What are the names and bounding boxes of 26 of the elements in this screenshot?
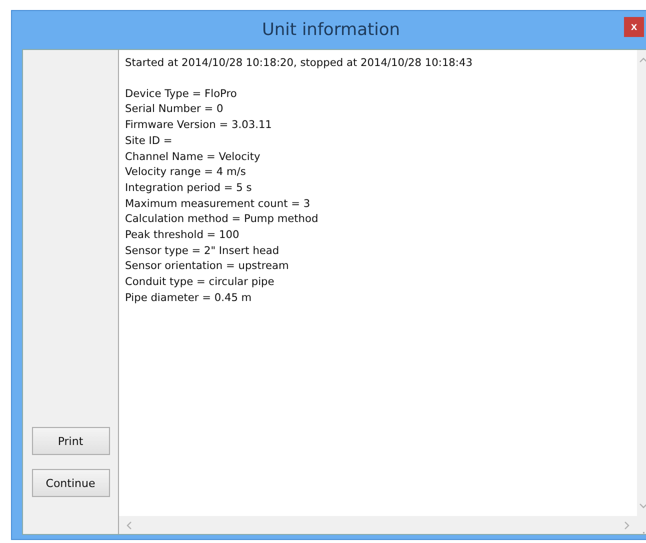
log-line: Serial Number = 0 (125, 102, 224, 118)
log-header: Started at 2014/10/28 10:18:20, stopped at 2014/10/28 10:18:43 (125, 56, 474, 71)
scroll-down-icon[interactable] (638, 501, 646, 510)
log-line: Pipe diameter = 0.45 m (125, 290, 253, 306)
scroll-right-icon[interactable] (622, 520, 631, 530)
log-line: Conduit type = circular pipe (125, 275, 276, 290)
log-line: Integration period = 5 s (125, 180, 253, 196)
log-line: Velocity range = 4 m/s (125, 165, 247, 180)
log-line: Calculation method = Pump method (125, 212, 320, 228)
close-button[interactable]: x (624, 17, 644, 37)
log-line: Peak threshold = 100 (125, 228, 240, 244)
log-line: Site ID = (125, 134, 174, 149)
vertical-scrollbar[interactable] (637, 50, 646, 516)
print-button[interactable]: Print (32, 427, 110, 455)
scroll-left-icon[interactable] (125, 520, 134, 530)
log-line: Maximum measurement count = 3 (125, 196, 312, 212)
log-line: Channel Name = Velocity (125, 150, 262, 165)
log-text-area[interactable] (119, 50, 646, 534)
scroll-up-icon[interactable] (638, 56, 646, 65)
window-title: Unit information (262, 20, 400, 40)
log-line: Sensor type = 2" Insert head (125, 244, 280, 259)
log-line: Device Type = FloPro (125, 86, 238, 102)
log-line: Firmware Version = 3.03.11 (125, 118, 273, 134)
horizontal-scrollbar[interactable] (119, 516, 637, 534)
log-line: Sensor orientation = upstream (125, 259, 290, 274)
continue-button[interactable]: Continue (32, 469, 110, 497)
